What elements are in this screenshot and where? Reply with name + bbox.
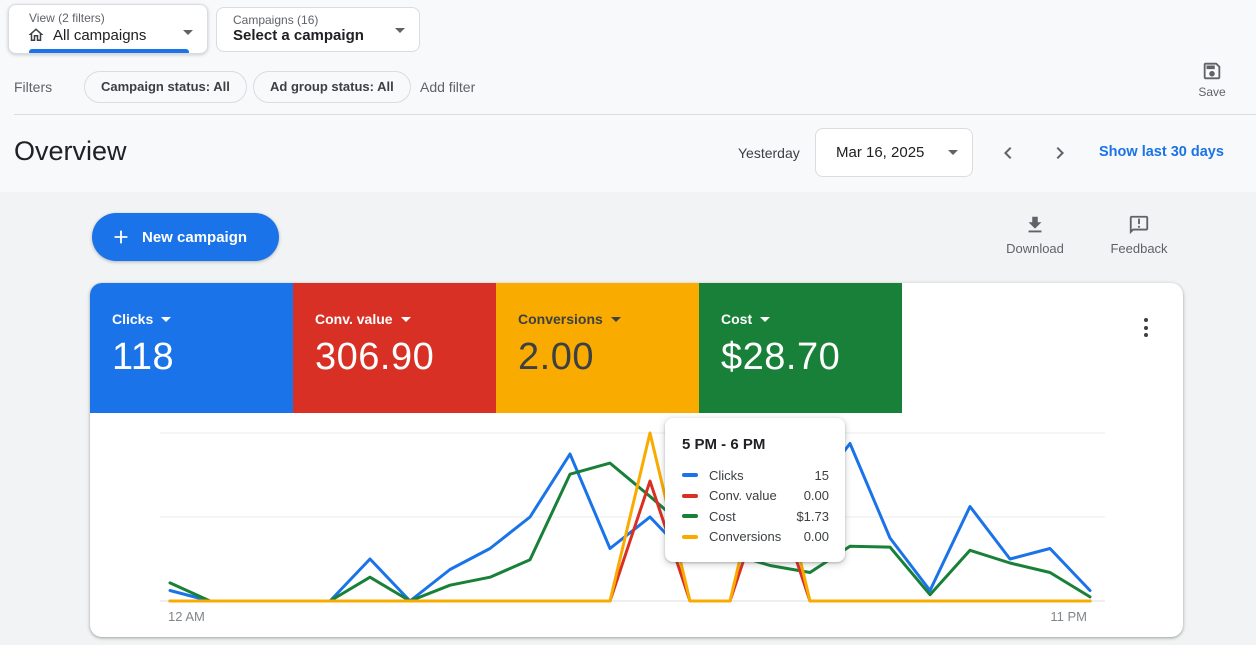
view-selector[interactable]: View (2 filters) All campaigns: [8, 4, 208, 54]
tooltip-title: 5 PM - 6 PM: [682, 436, 766, 453]
metric-label: Conversions: [518, 311, 603, 327]
x-axis-label-start: 12 AM: [168, 609, 205, 624]
filter-chip-ad-group-status[interactable]: Ad group status: All: [253, 71, 411, 103]
filter-chip-campaign-status[interactable]: Campaign status: All: [84, 71, 247, 103]
chevron-down-icon: [395, 28, 405, 33]
feedback-button[interactable]: Feedback: [1106, 214, 1172, 256]
chevron-down-icon: [610, 316, 621, 322]
chevron-down-icon: [948, 150, 958, 155]
show-last-30-days-link[interactable]: Show last 30 days: [1099, 144, 1224, 160]
top-bar: View (2 filters) All campaigns Campaigns…: [0, 0, 1256, 192]
add-filter-button[interactable]: Add filter: [420, 79, 475, 95]
page-title: Overview: [14, 136, 127, 166]
metric-value: 306.90: [315, 336, 435, 378]
plus-icon: [114, 230, 128, 244]
save-label: Save: [1198, 85, 1226, 99]
chevron-down-icon: [400, 316, 411, 322]
chevron-down-icon: [183, 30, 193, 35]
date-mode-label: Yesterday: [738, 145, 800, 161]
metric-label: Conv. value: [315, 311, 393, 327]
overview-card: Clicks 118 Conv. value 306.90 Conversion…: [90, 283, 1183, 637]
header-divider: [14, 114, 1256, 115]
campaign-selector[interactable]: Campaigns (16) Select a campaign: [216, 7, 420, 52]
x-axis-label-end: 11 PM: [1050, 609, 1087, 624]
series-swatch-conversions: [682, 534, 698, 539]
chart-canvas: [160, 431, 1105, 603]
chart-tooltip: 5 PM - 6 PM Clicks 15 Conv. value 0.00 C…: [665, 418, 845, 562]
metric-card-cost[interactable]: Cost $28.70: [699, 283, 902, 413]
save-icon: [1203, 62, 1221, 80]
active-view-indicator: [29, 49, 189, 53]
chevron-right-icon: [1056, 147, 1064, 159]
metric-card-clicks[interactable]: Clicks 118: [90, 283, 293, 413]
feedback-label: Feedback: [1110, 241, 1168, 256]
campaign-selector-label: Campaigns (16): [233, 13, 319, 27]
feedback-icon: [1129, 215, 1149, 235]
tooltip-row-clicks: Clicks 15: [682, 465, 829, 486]
tooltip-row-cost: Cost $1.73: [682, 506, 829, 527]
next-date-button[interactable]: [1048, 141, 1072, 165]
download-button[interactable]: Download: [1002, 214, 1068, 256]
tooltip-row-conversions: Conversions 0.00: [682, 527, 829, 548]
chevron-down-icon: [161, 316, 172, 322]
metric-label: Clicks: [112, 311, 154, 327]
chevron-left-icon: [1004, 147, 1012, 159]
view-selector-label: View (2 filters): [29, 11, 105, 25]
new-campaign-label: New campaign: [142, 228, 248, 246]
tooltip-row-conv-value: Conv. value 0.00: [682, 486, 829, 507]
save-button[interactable]: Save: [1188, 60, 1236, 99]
date-range-value: Mar 16, 2025: [836, 144, 925, 161]
new-campaign-button[interactable]: New campaign: [92, 213, 279, 261]
home-icon: [28, 28, 44, 41]
metric-value: 118: [112, 336, 175, 378]
previous-date-button[interactable]: [996, 141, 1020, 165]
series-swatch-cost: [682, 514, 698, 519]
metric-cards: Clicks 118 Conv. value 306.90 Conversion…: [90, 283, 902, 413]
filters-title: Filters: [14, 79, 53, 95]
chevron-down-icon: [760, 316, 771, 322]
campaign-selector-value: Select a campaign: [233, 27, 364, 44]
date-range-selector[interactable]: Mar 16, 2025: [815, 128, 973, 177]
series-swatch-clicks: [682, 473, 698, 478]
metric-value: 2.00: [518, 336, 594, 378]
download-label: Download: [1006, 241, 1064, 256]
performance-chart[interactable]: 12 AM 11 PM: [90, 413, 1183, 637]
metric-card-conversions[interactable]: Conversions 2.00: [496, 283, 699, 413]
metric-label: Cost: [721, 311, 753, 327]
metric-value: $28.70: [721, 336, 841, 378]
series-swatch-conv-value: [682, 493, 698, 498]
view-selector-value: All campaigns: [53, 26, 147, 44]
card-overflow-menu-button[interactable]: [1140, 314, 1152, 341]
download-icon: [1028, 216, 1042, 233]
metric-card-conv-value[interactable]: Conv. value 306.90: [293, 283, 496, 413]
kebab-icon: [1144, 318, 1148, 322]
